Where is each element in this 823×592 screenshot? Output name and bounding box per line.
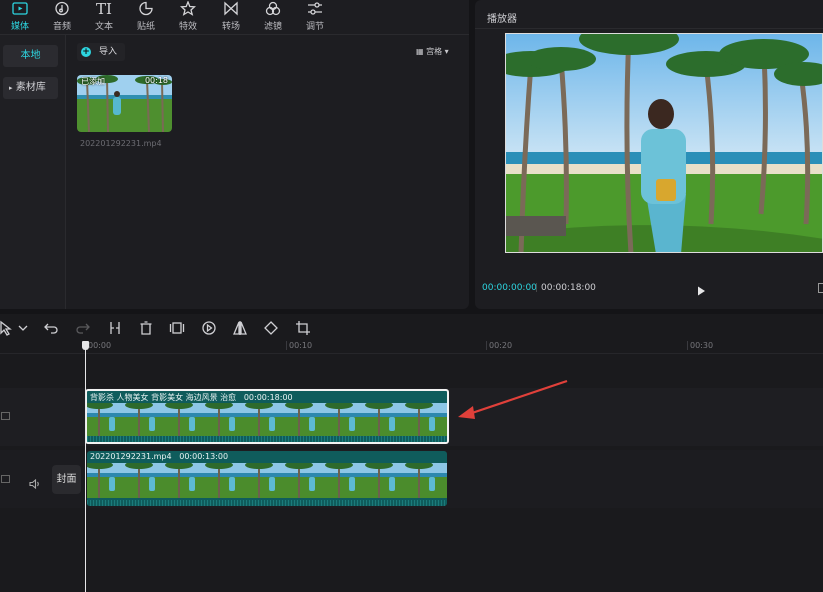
mirror-icon[interactable] — [232, 320, 248, 336]
audio-icon — [42, 1, 82, 18]
sidebar-item-local[interactable]: 本地 — [3, 45, 58, 67]
player-title: 播放器 — [487, 14, 517, 25]
ruler-label: 00:10 — [289, 341, 313, 350]
tab-media-label: 媒体 — [10, 22, 29, 32]
media-panel — [0, 0, 469, 309]
tab-filter-label: 滤镜 — [263, 22, 282, 32]
view-mode-label: 宫格 — [426, 47, 443, 56]
tab-sticker[interactable]: 贴纸 — [126, 1, 166, 33]
import-button[interactable]: + 导入 — [77, 43, 125, 61]
view-mode-dropdown[interactable]: ▦ 宫格 ▾ — [416, 45, 460, 59]
clip-waveform — [87, 500, 447, 506]
tab-effects[interactable]: 特效 — [168, 0, 208, 33]
select-dropdown-icon[interactable] — [15, 320, 28, 336]
split-icon[interactable] — [107, 320, 123, 336]
undo-icon[interactable] — [43, 320, 59, 336]
timeline-clip[interactable]: 202201292231.mp4 00:00:13:00 — [87, 451, 447, 506]
crop-icon[interactable] — [295, 320, 311, 336]
clip-filmstrip-image — [87, 463, 447, 498]
ruler-label: 00:20 — [489, 341, 513, 350]
beach-scene-image — [506, 34, 822, 252]
play-icon — [698, 286, 705, 296]
tab-adjust-label: 调节 — [305, 22, 324, 32]
tab-text[interactable]: TI 文本 — [84, 1, 124, 33]
text-icon: TI — [96, 0, 112, 18]
reverse-icon[interactable] — [201, 320, 217, 336]
timeline-toolbar — [0, 314, 823, 341]
media-filename: 202201292231.mp4 — [80, 139, 162, 148]
tab-text-label: 文本 — [94, 22, 113, 32]
timecode-separator: | — [535, 283, 539, 293]
ruler-tick — [486, 341, 487, 350]
clip-filmstrip-image — [87, 403, 447, 438]
tab-transition-label: 转场 — [221, 22, 240, 32]
tab-sticker-label: 贴纸 — [136, 22, 155, 32]
rotate-icon[interactable] — [263, 320, 279, 336]
thumb-duration: 00:18 — [144, 76, 168, 85]
import-label: 导入 — [99, 47, 118, 57]
select-cursor-icon[interactable] — [0, 320, 14, 336]
sidebar-item-library[interactable]: ▸ 素材库 — [3, 77, 58, 99]
tab-media[interactable]: 媒体 — [0, 1, 40, 33]
clip-name: 背影杀 人物美女 背影美女 海边风景 治愈 — [90, 393, 237, 402]
delete-icon[interactable] — [138, 320, 154, 336]
playhead-handle[interactable] — [82, 341, 89, 350]
track-video-icon[interactable] — [1, 475, 10, 483]
video-preview[interactable] — [505, 33, 823, 253]
clip-name: 202201292231.mp4 — [90, 452, 172, 461]
ruler-tick — [687, 341, 688, 350]
timeline-clip-selected[interactable]: 背影杀 人物美女 背影美女 海边风景 治愈 00:00:18:00 — [85, 389, 449, 444]
tab-effects-label: 特效 — [178, 22, 197, 32]
ruler-label: 00:30 — [690, 341, 714, 350]
top-toolbar: 媒体 音频 TI 文本 贴纸 特效 转场 滤镜 调节 — [0, 0, 469, 34]
fullscreen-icon[interactable] — [818, 283, 823, 293]
sidebar-item-library-label: 素材库 — [15, 82, 46, 93]
redo-icon[interactable] — [75, 320, 91, 336]
track-video-icon[interactable] — [1, 412, 10, 420]
transition-icon — [211, 1, 251, 18]
clip-duration: 00:00:18:00 — [243, 393, 293, 402]
current-timecode: 00:00:00:00 — [482, 283, 537, 293]
tab-transition[interactable]: 转场 — [211, 1, 251, 33]
ruler-tick — [286, 341, 287, 350]
ruler-label: 00:00 — [88, 341, 112, 350]
total-timecode: 00:00:18:00 — [541, 283, 596, 293]
clip-title: 202201292231.mp4 00:00:13:00 — [90, 452, 228, 461]
adjust-icon — [295, 1, 335, 18]
clip-waveform — [87, 436, 447, 442]
mute-track-icon[interactable] — [29, 474, 41, 490]
annotation-arrow — [458, 379, 568, 419]
clip-title: 背影杀 人物美女 背影美女 海边风景 治愈 00:00:18:00 — [90, 392, 293, 403]
grid-icon: ▦ — [416, 47, 424, 56]
added-tag: 已添加 — [81, 77, 105, 86]
filter-icon — [253, 1, 293, 18]
plus-icon: + — [81, 47, 91, 57]
effects-icon — [168, 0, 208, 18]
playhead-line[interactable] — [85, 347, 86, 592]
caret-down-icon: ▾ — [444, 47, 449, 56]
media-sidebar: 本地 ▸ 素材库 — [0, 35, 66, 309]
tab-adjust[interactable]: 调节 — [295, 1, 335, 33]
media-thumbnail[interactable]: 已添加 00:18 — [77, 75, 172, 132]
play-button[interactable] — [695, 282, 707, 296]
tab-audio[interactable]: 音频 — [42, 1, 82, 33]
tab-audio-label: 音频 — [52, 22, 71, 32]
panel-divider — [0, 34, 469, 35]
media-icon — [0, 1, 40, 18]
sticker-icon — [126, 1, 166, 18]
player-divider — [475, 28, 823, 29]
clip-duration: 00:00:13:00 — [179, 452, 229, 461]
cover-button[interactable]: 封面 — [52, 465, 81, 494]
caret-right-icon: ▸ — [9, 84, 13, 92]
freeze-frame-icon[interactable] — [169, 320, 185, 336]
tab-filter[interactable]: 滤镜 — [253, 1, 293, 33]
